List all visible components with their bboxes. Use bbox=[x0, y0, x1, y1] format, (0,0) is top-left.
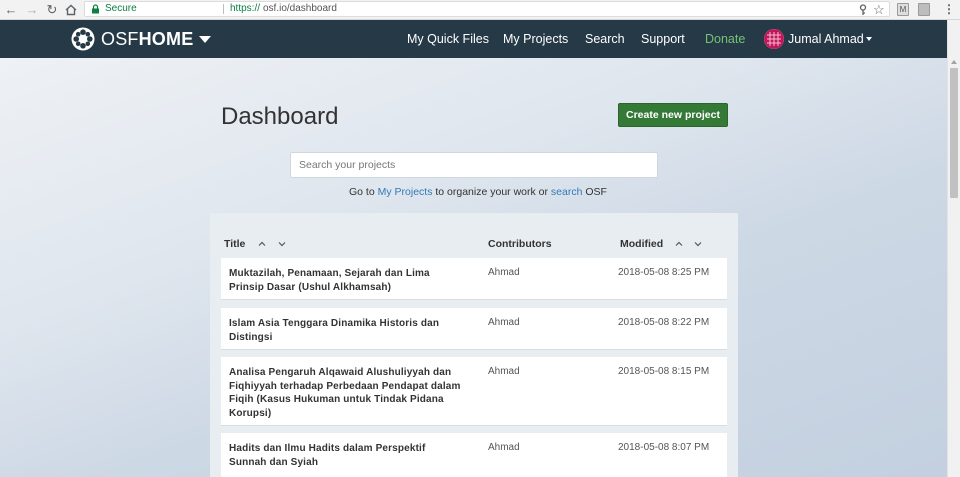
menu-dots-icon[interactable]: ⋮ bbox=[943, 1, 955, 18]
column-header-contributors: Contributors bbox=[488, 238, 552, 250]
project-contributors: Ahmad bbox=[488, 442, 520, 453]
forward-arrow-icon[interactable]: → bbox=[24, 1, 40, 18]
brand-caret-icon[interactable] bbox=[199, 35, 212, 43]
home-icon[interactable] bbox=[63, 1, 79, 18]
user-name: Jumal Ahmad bbox=[788, 32, 864, 46]
project-contributors: Ahmad bbox=[488, 366, 520, 377]
project-modified: 2018-05-08 8:15 PM bbox=[618, 366, 710, 377]
organize-hint: Go to My Projects to organize your work … bbox=[349, 186, 607, 198]
user-menu[interactable]: Jumal Ahmad bbox=[764, 28, 872, 50]
sort-descending-icon[interactable] bbox=[278, 240, 286, 248]
nav-support[interactable]: Support bbox=[641, 31, 685, 47]
lock-icon bbox=[92, 4, 99, 14]
url-path: osf.io/dashboard bbox=[263, 3, 337, 14]
sort-ascending-icon[interactable] bbox=[258, 240, 266, 248]
back-arrow-icon[interactable]: ← bbox=[3, 1, 19, 18]
create-new-project-button[interactable]: Create new project bbox=[618, 103, 728, 127]
table-row[interactable]: Islam Asia Tenggara Dinamika Historis da… bbox=[221, 308, 727, 350]
osf-home-brand[interactable]: OSFHOME bbox=[71, 27, 212, 51]
url-scheme: https:// bbox=[230, 3, 261, 14]
browser-toolbar: ← → ↻ Secure https:// osf.io/dashboard ☆… bbox=[0, 0, 960, 20]
project-title[interactable]: Islam Asia Tenggara Dinamika Historis da… bbox=[229, 317, 463, 344]
osf-logo-icon bbox=[71, 27, 95, 51]
search-osf-link[interactable]: search bbox=[551, 186, 583, 198]
address-divider bbox=[223, 4, 224, 14]
sort-descending-icon[interactable] bbox=[694, 240, 702, 248]
extension-m-icon[interactable]: M bbox=[897, 3, 909, 16]
scroll-up-arrow-icon[interactable] bbox=[951, 60, 957, 64]
table-row[interactable]: Hadits dan Ilmu Hadits dalam Perspektif … bbox=[221, 433, 727, 477]
brand-text: OSFHOME bbox=[101, 29, 194, 49]
project-title[interactable]: Hadits dan Ilmu Hadits dalam Perspektif … bbox=[229, 442, 463, 469]
project-contributors: Ahmad bbox=[488, 317, 520, 328]
extension-icon[interactable] bbox=[918, 3, 930, 16]
osf-navbar: OSFHOME My Quick Files My Projects Searc… bbox=[0, 20, 947, 58]
user-caret-icon bbox=[865, 37, 872, 41]
my-projects-link[interactable]: My Projects bbox=[378, 186, 433, 198]
key-icon[interactable] bbox=[858, 1, 868, 22]
project-title[interactable]: Analisa Pengaruh Alqawaid Alushuliyyah d… bbox=[229, 366, 463, 420]
column-header-title[interactable]: Title bbox=[224, 238, 245, 250]
column-header-modified[interactable]: Modified bbox=[620, 238, 663, 250]
nav-my-quick-files[interactable]: My Quick Files bbox=[407, 31, 489, 47]
nav-donate[interactable]: Donate bbox=[705, 31, 745, 47]
scroll-thumb[interactable] bbox=[950, 68, 958, 198]
bookmark-star-icon[interactable]: ☆ bbox=[873, 1, 885, 18]
secure-label: Secure bbox=[105, 3, 137, 14]
search-projects-input[interactable] bbox=[290, 152, 658, 178]
project-contributors: Ahmad bbox=[488, 267, 520, 278]
project-modified: 2018-05-08 8:07 PM bbox=[618, 442, 710, 453]
reload-icon[interactable]: ↻ bbox=[44, 1, 60, 18]
project-modified: 2018-05-08 8:25 PM bbox=[618, 267, 710, 278]
address-bar[interactable]: Secure https:// osf.io/dashboard bbox=[84, 1, 890, 17]
sort-ascending-icon[interactable] bbox=[675, 240, 683, 248]
page-scrollbar[interactable] bbox=[947, 20, 960, 477]
project-title[interactable]: Muktazilah, Penamaan, Sejarah dan Lima P… bbox=[229, 267, 463, 294]
page-title: Dashboard bbox=[221, 103, 339, 130]
table-row[interactable]: Muktazilah, Penamaan, Sejarah dan Lima P… bbox=[221, 258, 727, 300]
nav-search[interactable]: Search bbox=[585, 31, 625, 47]
table-row[interactable]: Analisa Pengaruh Alqawaid Alushuliyyah d… bbox=[221, 357, 727, 426]
project-modified: 2018-05-08 8:22 PM bbox=[618, 317, 710, 328]
avatar bbox=[764, 29, 784, 49]
nav-my-projects[interactable]: My Projects bbox=[503, 31, 568, 47]
